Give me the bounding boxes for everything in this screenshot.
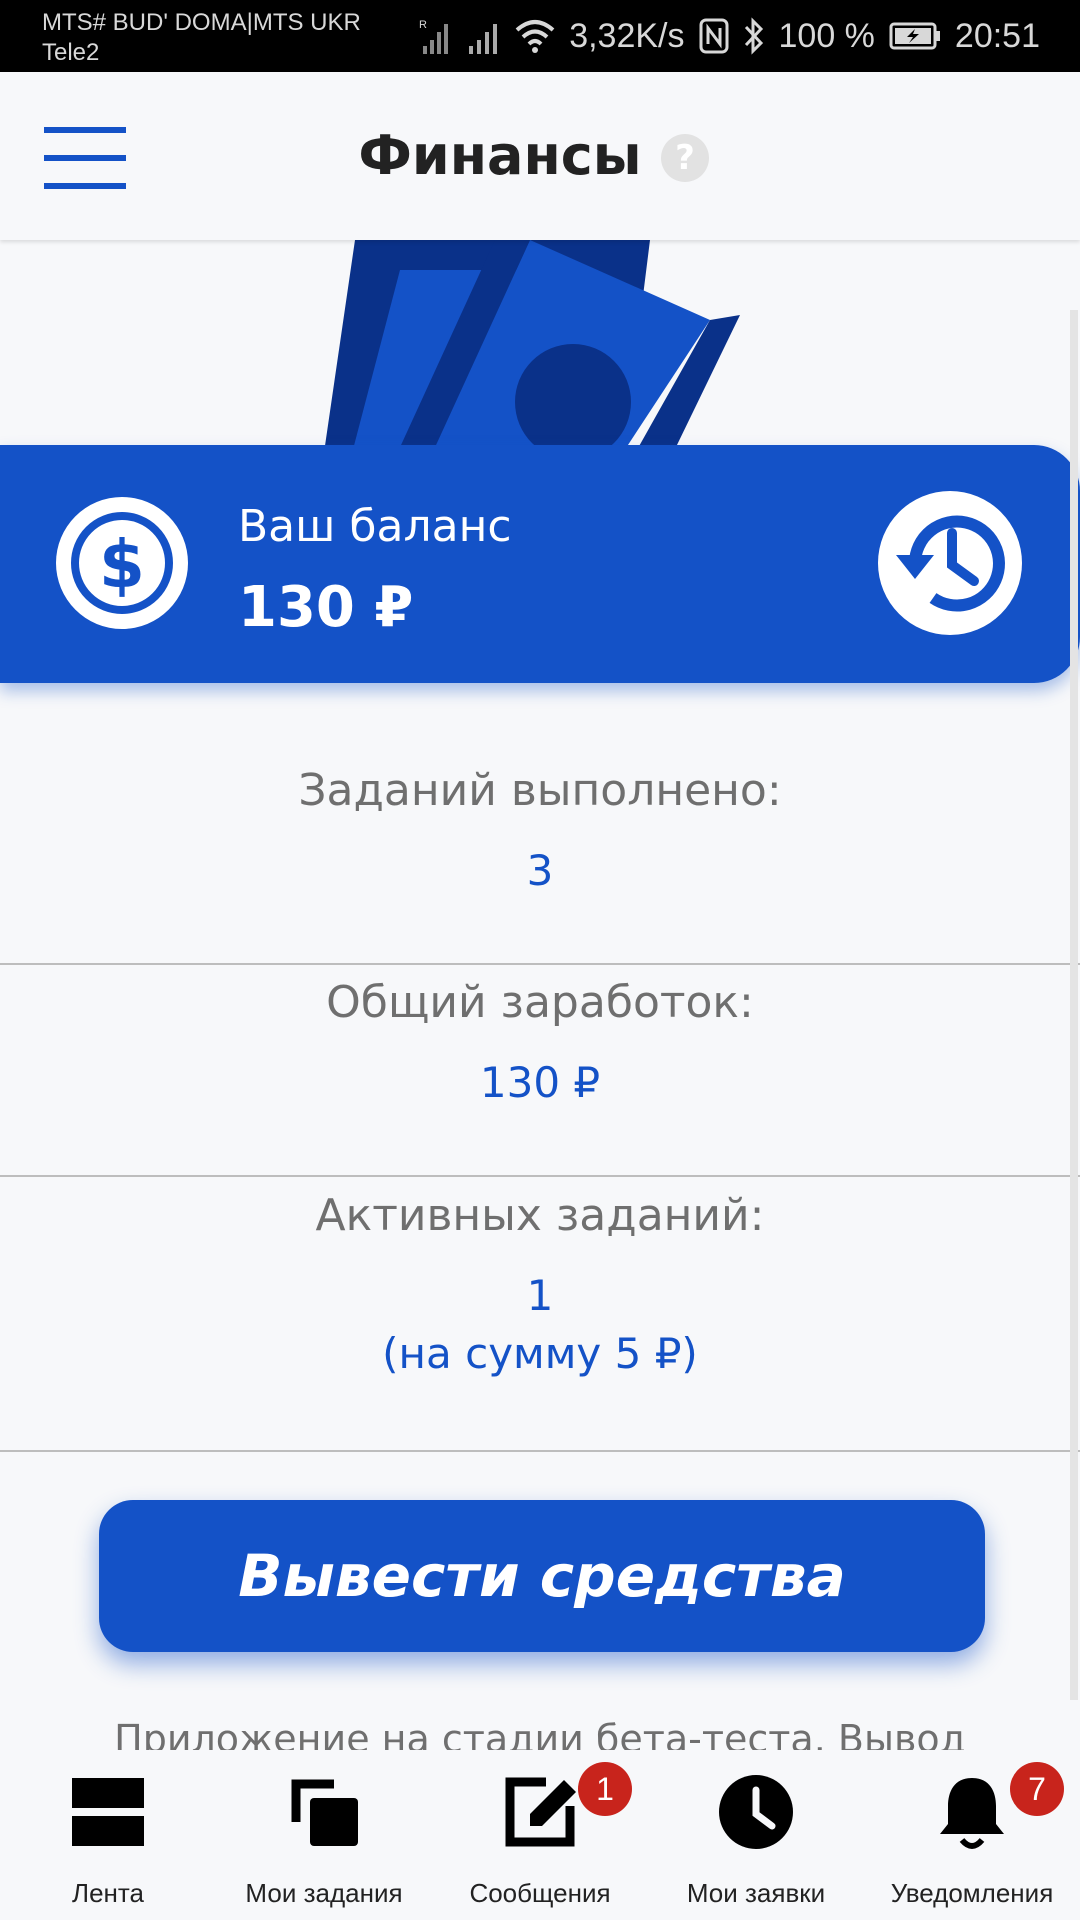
clock-icon (719, 1775, 793, 1849)
stat-value: 1 (на сумму 5 ₽) (0, 1267, 1080, 1383)
copy-icon (291, 1779, 358, 1846)
active-count: 1 (526, 1271, 554, 1320)
history-icon[interactable] (878, 491, 1022, 635)
clock-time: 20:51 (954, 16, 1040, 55)
nav-label: Мои заявки (686, 1878, 826, 1908)
status-icons: R 3,32K/s 100 % 20:51 (417, 0, 1080, 72)
beta-note: Приложение на стадии бета-теста. Вывод (114, 1717, 966, 1750)
money-illustration (320, 240, 740, 480)
carrier-info: MTS# BUD' DOMA|MTS UKR Tele2 (42, 8, 361, 68)
stat-label: Активных заданий: (315, 1190, 765, 1241)
scrollbar[interactable] (1070, 310, 1078, 1700)
dollar-icon: $ (56, 497, 188, 629)
feed-icon (72, 1778, 144, 1846)
page-title: Финансы (358, 124, 642, 187)
bell-icon (940, 1778, 1004, 1849)
signal-roaming-icon: R (417, 16, 453, 56)
stat-active-tasks: Активных заданий: 1 (на сумму 5 ₽) (0, 1190, 1080, 1452)
svg-text:R: R (419, 19, 427, 31)
app-header: Финансы (0, 72, 1080, 240)
bottom-nav: Лента Мои задания 1 Сообщения Мои заявки… (0, 1750, 1080, 1920)
nav-item-feed[interactable]: Лента (0, 1750, 216, 1920)
nav-item-my-tasks[interactable]: Мои задания (216, 1750, 432, 1920)
signal-icon (467, 16, 501, 56)
stat-tasks-completed: Заданий выполнено: 3 (0, 765, 1080, 965)
svg-text:$: $ (99, 526, 145, 603)
nav-label: Уведомления (890, 1878, 1054, 1908)
battery-percent: 100 % (778, 16, 875, 55)
carrier-line-2: Tele2 (42, 39, 100, 66)
bluetooth-icon (743, 17, 765, 55)
help-icon[interactable]: ? (661, 134, 709, 182)
withdraw-button[interactable]: Вывести средства (99, 1500, 985, 1652)
nav-item-messages[interactable]: 1 Сообщения (432, 1750, 648, 1920)
edit-icon (505, 1777, 576, 1847)
nav-label: Сообщения (469, 1878, 611, 1908)
balance-card: $ Ваш баланс 130 ₽ (0, 445, 1080, 683)
nav-item-notifications[interactable]: 7 Уведомления (864, 1750, 1080, 1920)
stat-value: 130 ₽ (479, 1058, 601, 1107)
carrier-line-1: MTS# BUD' DOMA|MTS UKR (42, 9, 361, 36)
nfc-icon (699, 18, 729, 54)
notifications-badge: 7 (1010, 1762, 1064, 1816)
balance-label: Ваш баланс (238, 501, 512, 552)
nav-item-my-requests[interactable]: Мои заявки (648, 1750, 864, 1920)
network-speed: 3,32K/s (569, 16, 685, 55)
stat-value: 3 (526, 846, 554, 895)
nav-label: Лента (72, 1878, 144, 1908)
stat-label: Общий заработок: (326, 977, 754, 1028)
stat-total-earnings: Общий заработок: 130 ₽ (0, 977, 1080, 1177)
messages-badge: 1 (578, 1762, 632, 1816)
finance-content: $ Ваш баланс 130 ₽ Заданий выполнено: 3 … (0, 240, 1080, 1750)
stat-label: Заданий выполнено: (298, 765, 782, 816)
balance-value: 130 ₽ (238, 575, 414, 640)
active-sum: (на сумму 5 ₽) (382, 1329, 698, 1378)
nav-label: Мои задания (245, 1878, 403, 1908)
wifi-icon (515, 18, 555, 54)
status-bar: MTS# BUD' DOMA|MTS UKR Tele2 R 3,32K/s 1… (0, 0, 1080, 72)
battery-charging-icon (889, 21, 941, 51)
